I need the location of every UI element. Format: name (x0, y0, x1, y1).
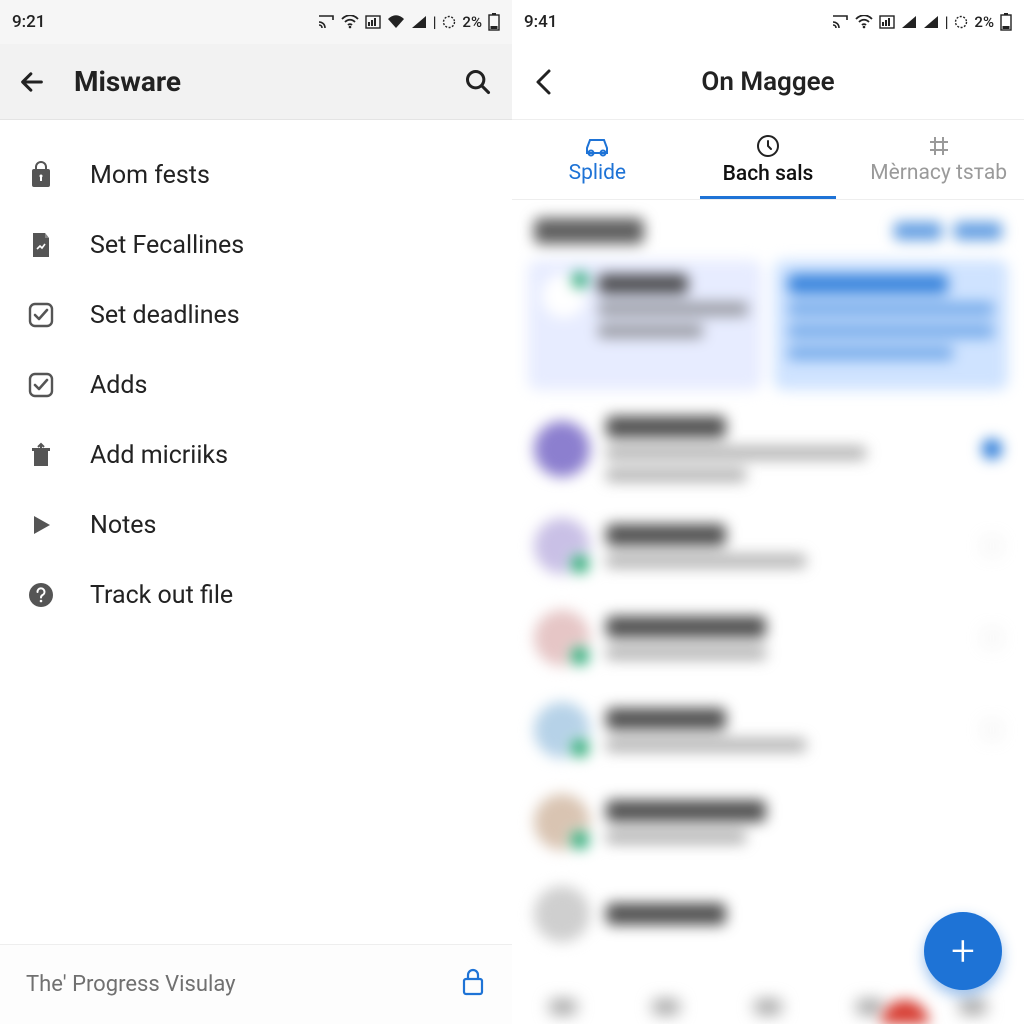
tab-label: Splide (569, 161, 626, 185)
page-title: On Maggee (701, 67, 834, 97)
section-head (528, 218, 1008, 244)
tab-mernacy[interactable]: Mèrnacy tsтab (853, 120, 1024, 199)
lock-icon (460, 967, 486, 997)
list-item[interactable] (528, 600, 1008, 676)
status-time: 9:21 (12, 12, 45, 32)
play-icon (26, 510, 56, 540)
signal-box-icon (365, 15, 381, 29)
card-item[interactable] (528, 260, 762, 390)
menu-item-adds[interactable]: Adds (0, 350, 512, 420)
back-arrow-icon[interactable] (18, 68, 46, 96)
menu-label: Mom fests (90, 161, 210, 190)
reduced-icon (954, 15, 968, 29)
tab-bar: Splide Bach sals Mèrnacy tsтab (512, 120, 1024, 200)
tab-label: Bach sals (723, 162, 814, 186)
bag-lock-icon (26, 160, 56, 190)
status-icons: | 2% (831, 13, 1012, 31)
menu-item-set-deadlines[interactable]: Set deadlines (0, 280, 512, 350)
search-icon (464, 68, 492, 96)
status-icons: | 2% (317, 13, 500, 31)
cell-signal-icon (901, 15, 917, 29)
status-bar: 9:41 | 2% (512, 0, 1024, 44)
cast-icon (317, 15, 335, 29)
card-item[interactable] (774, 260, 1008, 390)
list-item[interactable] (528, 692, 1008, 768)
menu-item-track-out-file[interactable]: Track out file (0, 560, 512, 630)
battery-icon (1000, 13, 1012, 31)
tab-label: Mèrnacy tsтab (870, 161, 1007, 185)
blurred-content (512, 200, 1024, 1024)
menu-label: Add micriiks (90, 441, 228, 470)
footer-lock-button[interactable] (460, 967, 486, 1003)
divider-icon: | (945, 13, 949, 31)
grid-icon (928, 135, 950, 157)
status-bar: 9:21 | 2% (0, 0, 512, 44)
list-item[interactable] (528, 508, 1008, 584)
search-button[interactable] (462, 66, 494, 98)
menu-label: Track out file (90, 581, 233, 610)
checkbox-icon (26, 300, 56, 330)
help-icon (26, 580, 56, 610)
tab-splide[interactable]: Splide (512, 120, 683, 199)
battery-pct: 2% (462, 13, 482, 31)
fab-add-button[interactable]: + (924, 912, 1002, 990)
menu-list: Mom fests Set Fecallines Set deadlines A… (0, 120, 512, 944)
wifi-icon (341, 15, 359, 29)
cell-signal-icon (411, 15, 427, 29)
wifi-icon (855, 15, 873, 29)
reduced-icon (442, 15, 456, 29)
car-icon (582, 135, 612, 157)
battery-icon (488, 13, 500, 31)
menu-item-notes[interactable]: Notes (0, 490, 512, 560)
card-row (528, 260, 1008, 390)
menu-label: Adds (90, 371, 147, 400)
right-screen: 9:41 | 2% On Maggee Splide Bach sals (512, 0, 1024, 1024)
menu-item-set-fecallines[interactable]: Set Fecallines (0, 210, 512, 280)
battery-pct: 2% (974, 13, 994, 31)
menu-label: Set Fecallines (90, 231, 244, 260)
clock-icon (756, 134, 780, 158)
page-title: Misware (74, 65, 181, 98)
back-chevron-icon[interactable] (530, 68, 558, 96)
cell-signal-icon (923, 15, 939, 29)
cast-icon (831, 15, 849, 29)
menu-item-add-micriiks[interactable]: Add micriiks (0, 420, 512, 490)
footer-label: The' Progress Visulay (26, 972, 236, 997)
wifi-solid-icon (387, 15, 405, 29)
left-screen: 9:21 | 2% Misware Mom fests (0, 0, 512, 1024)
tab-bach-sals[interactable]: Bach sals (683, 120, 854, 199)
app-header: On Maggee (512, 44, 1024, 120)
menu-label: Notes (90, 511, 156, 540)
status-time: 9:41 (524, 12, 557, 32)
trash-upload-icon (26, 440, 56, 470)
footer: The' Progress Visulay (0, 944, 512, 1024)
list-item[interactable] (528, 784, 1008, 860)
checkbox-icon (26, 370, 56, 400)
menu-label: Set deadlines (90, 301, 240, 330)
menu-item-mom-fests[interactable]: Mom fests (0, 140, 512, 210)
signal-box-icon (879, 15, 895, 29)
divider-icon: | (433, 13, 437, 31)
list-item[interactable] (528, 406, 1008, 492)
plus-icon: + (951, 927, 975, 976)
document-icon (26, 230, 56, 260)
app-header: Misware (0, 44, 512, 120)
